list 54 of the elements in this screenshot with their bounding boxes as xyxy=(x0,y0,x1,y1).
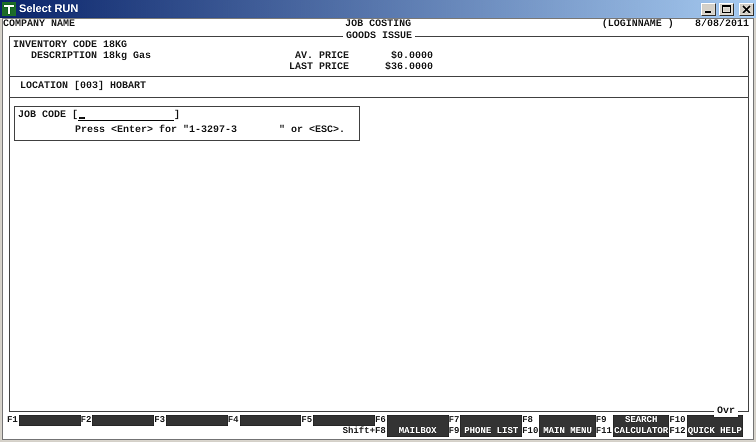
company-name: COMPANY NAME xyxy=(3,19,76,31)
key-label: F10 xyxy=(522,426,540,437)
app-icon xyxy=(2,2,16,16)
close-icon xyxy=(742,5,751,13)
field-label: DESCRIPTION xyxy=(30,51,97,62)
function-key[interactable]: PHONE LIST xyxy=(460,415,522,437)
key-label: F1 xyxy=(7,415,19,426)
price-value: $36.0000 xyxy=(384,62,433,73)
function-key[interactable]: MAILBOX xyxy=(386,415,449,437)
key-label: F2 xyxy=(80,415,92,426)
function-key[interactable] xyxy=(166,415,228,426)
function-key[interactable]: SEARCH CALCULATOR xyxy=(612,415,670,437)
shift-label: Shift+ xyxy=(342,426,375,437)
bracket: ] xyxy=(174,110,180,121)
module-title: JOB COSTING xyxy=(345,19,412,31)
minimize-icon xyxy=(705,11,711,13)
field-label: JOB CODE xyxy=(18,110,66,121)
mode-indicator: Ovr xyxy=(714,406,738,417)
minimize-button[interactable] xyxy=(701,2,716,16)
key-label: F9 xyxy=(596,415,608,426)
key-label: F4 xyxy=(228,415,240,426)
location-code: [003] xyxy=(74,81,104,92)
key-label: F11 xyxy=(596,426,613,437)
window-title: Select RUN xyxy=(19,3,80,15)
key-label: F10 xyxy=(669,415,687,426)
price-label: AV. PRICE xyxy=(294,51,349,62)
function-key[interactable] xyxy=(240,415,302,426)
function-key[interactable]: MAIN MENU xyxy=(539,415,596,437)
field-value: 18kg Gas xyxy=(103,51,152,62)
field-label: INVENTORY CODE xyxy=(13,40,97,51)
key-label: F8 xyxy=(522,415,534,426)
function-key[interactable] xyxy=(92,415,154,426)
key-label: F12 xyxy=(669,426,687,437)
key-label: F5 xyxy=(301,415,314,426)
maximize-icon xyxy=(722,5,731,13)
key-label: F6 xyxy=(374,415,387,426)
field-value: 18KG xyxy=(103,40,128,51)
key-label: F7 xyxy=(448,415,460,426)
key-label: F3 xyxy=(154,415,166,426)
bracket: [ xyxy=(72,110,78,121)
function-key[interactable] xyxy=(18,415,81,426)
prompt-text: Press <Enter> for "1-3297-3 " or <ESC>. xyxy=(75,125,346,136)
price-label: LAST PRICE xyxy=(289,62,349,73)
key-label: F9 xyxy=(448,426,460,437)
location-label: LOCATION xyxy=(20,81,68,92)
function-key[interactable] xyxy=(313,415,375,426)
key-label: F8 xyxy=(374,426,387,437)
date-text: 8/08/2011 xyxy=(694,19,749,31)
login-name: (LOGINNAME ) xyxy=(602,19,675,31)
location-name: HOBART xyxy=(110,81,146,92)
price-value: $0.0000 xyxy=(390,51,433,62)
function-key[interactable]: QUICK HELP xyxy=(686,415,743,437)
maximize-button[interactable] xyxy=(719,2,734,16)
close-button[interactable] xyxy=(739,2,754,16)
